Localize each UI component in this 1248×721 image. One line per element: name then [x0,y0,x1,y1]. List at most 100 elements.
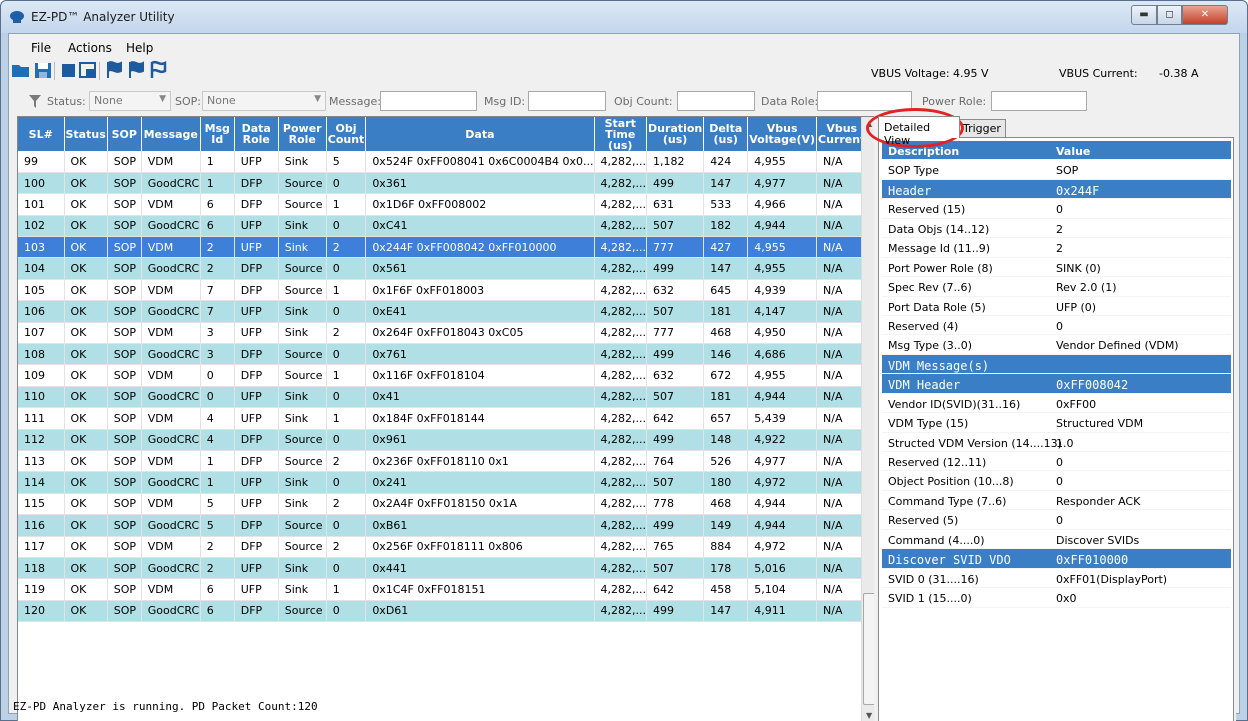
objcount-filter-input[interactable] [677,91,755,111]
table-cell: 102 [18,215,65,238]
table-row[interactable]: 116 OK SOP GoodCRC 5 DFP Source 0 0xB61 4,282,...… [18,514,868,537]
column-header[interactable]: Vbus Voltage(V) [747,117,818,151]
detail-row[interactable]: Reserved (15) 0 [882,199,1231,219]
detail-row[interactable]: Reserved (5) 0 [882,510,1231,530]
detail-section-row[interactable]: VDM Header 0xFF008042 [882,374,1231,394]
column-header[interactable]: Msg Id [200,117,235,151]
detail-row[interactable]: SVID 0 (31....16) 0xFF01(DisplayPort) [882,569,1231,589]
table-row[interactable]: 119 OK SOP VDM 6 UFP Sink 1 0x1C4F 0xFF018151 4,2… [18,578,868,601]
column-header[interactable]: Start Time (us) [594,117,648,151]
detail-row[interactable]: SOP Type SOP [882,160,1231,180]
table-cell: 642 [646,578,705,601]
title-bar[interactable]: EZ-PD™ Analyzer Utility ▬ ◻ ✕ [1,1,1247,33]
table-cell: N/A [816,471,868,494]
menu-help[interactable]: Help [126,41,153,55]
flag-icon[interactable] [126,60,146,80]
detail-row[interactable]: Reserved (4) 0 [882,316,1231,336]
maximize-button[interactable]: ◻ [1157,5,1182,25]
column-header[interactable]: Status [64,117,108,151]
table-row[interactable]: 118 OK SOP GoodCRC 2 UFP Sink 0 0x441 4,282,... 50… [18,557,868,580]
table-cell: N/A [816,407,868,430]
detail-row[interactable]: Port Data Role (5) UFP (0) [882,297,1231,316]
table-row[interactable]: 110 OK SOP GoodCRC 0 UFP Sink 0 0x41 4,282,... 507… [18,386,868,409]
detail-row[interactable]: Object Position (10...8) 0 [882,471,1231,491]
table-row[interactable]: 100 OK SOP GoodCRC 1 DFP Source 0 0x361 4,282,...… [18,172,868,195]
column-header[interactable]: Delta (us) [703,117,749,151]
chevron-down-icon: ▼ [314,94,321,104]
table-row[interactable]: 102 OK SOP GoodCRC 6 UFP Sink 0 0xC41 4,282,... 50… [18,215,868,238]
table-cell: 4,955 [747,257,818,280]
table-cell: 0x761 [365,343,595,366]
msgid-filter-input[interactable] [528,91,606,111]
table-cell: 4,282,... [594,322,648,345]
vbus-voltage-label: VBUS Voltage: [871,67,950,80]
detail-row[interactable]: Msg Type (3..0) Vendor Defined (VDM) [882,335,1231,355]
table-row[interactable]: 101 OK SOP VDM 6 DFP Source 1 0x1D6F 0xFF008002 4… [18,193,868,216]
table-cell: SOP [107,493,142,516]
table-cell: 4,282,... [594,386,648,409]
column-header[interactable]: Message [141,117,201,151]
table-row[interactable]: 112 OK SOP GoodCRC 4 DFP Source 0 0x961 4,282,...… [18,429,868,451]
detail-row[interactable]: Message Id (11..9) 2 [882,238,1231,258]
table-cell: SOP [107,279,142,302]
column-header[interactable]: Obj Count [326,117,367,151]
table-row[interactable]: 113 OK SOP VDM 1 DFP Source 2 0x236F 0xFF018110 … [18,450,868,473]
table-row[interactable]: 107 OK SOP VDM 3 UFP Sink 2 0x264F 0xFF018043 0x… [18,322,868,345]
table-row[interactable]: 111 OK SOP VDM 4 UFP Sink 1 0x184F 0xFF018144 4,2… [18,407,868,430]
column-header[interactable]: Data [365,117,595,151]
column-header[interactable]: Vbus Current [816,117,868,151]
close-button[interactable]: ✕ [1182,5,1228,25]
flag-icon[interactable] [104,60,124,80]
table-row[interactable]: 109 OK SOP VDM 0 DFP Source 1 0x116F 0xFF018104 4… [18,364,868,387]
open-folder-icon[interactable] [11,60,31,80]
powerrole-filter-input[interactable] [991,91,1087,111]
flag-outline-icon[interactable] [148,60,168,80]
menu-file[interactable]: File [31,41,51,55]
column-header[interactable]: Data Role [234,117,279,151]
table-row[interactable]: 115 OK SOP VDM 5 UFP Sink 2 0x2A4F 0xFF018150 0x… [18,493,868,516]
table-cell: GoodCRC [141,257,201,280]
table-row[interactable]: 103 OK SOP VDM 2 UFP Sink 2 0x244F 0xFF008042 0x… [18,236,868,259]
column-header[interactable]: SOP [107,117,142,151]
table-row[interactable]: 105 OK SOP VDM 7 DFP Source 1 0x1F6F 0xFF018003 4… [18,279,868,302]
status-filter-select[interactable]: None ▼ [89,91,171,111]
save-icon[interactable] [33,60,53,80]
menu-actions[interactable]: Actions [68,41,112,55]
database-icon[interactable] [78,60,98,80]
table-cell: N/A [816,386,868,409]
column-header[interactable]: Duration (us) [646,117,705,151]
detail-section-row[interactable]: Discover SVID VDO 0xFF010000 [882,549,1231,569]
table-row[interactable]: 104 OK SOP GoodCRC 2 DFP Source 0 0x561 4,282,...… [18,257,868,280]
table-cell: 0x184F 0xFF018144 [365,407,595,430]
table-row[interactable]: 99 OK SOP VDM 1 UFP Sink 5 0x524F 0xFF008041 0x6… [18,151,868,173]
table-cell: 0x361 [365,172,595,195]
detail-section-row[interactable]: Header 0x244F [882,179,1231,200]
tab-detailed-view[interactable]: Detailed View [878,116,960,147]
table-row[interactable]: 108 OK SOP GoodCRC 3 DFP Source 0 0x761 4,282,...… [18,343,868,366]
detail-row[interactable]: Command (4....0) Discover SVIDs [882,530,1231,550]
detail-row[interactable]: Command Type (7..6) Responder ACK [882,491,1231,511]
detail-row[interactable]: Data Objs (14..12) 2 [882,219,1231,239]
detail-row[interactable]: Port Power Role (8) SINK (0) [882,258,1231,278]
table-row[interactable]: 114 OK SOP GoodCRC 1 UFP Sink 0 0x241 4,282,... 50… [18,471,868,494]
table-row[interactable]: 106 OK SOP GoodCRC 7 UFP Sink 0 0xE41 4,282,... 50… [18,300,868,323]
detail-row[interactable]: Structed VDM Version (14....13) 1.0 [882,433,1231,452]
stop-icon[interactable] [59,60,79,80]
tab-trigger[interactable]: Trigger [958,119,1006,138]
column-header[interactable]: Power Role [278,117,327,151]
message-filter-input[interactable] [380,91,477,111]
table-cell: 0 [326,514,367,537]
table-row[interactable]: 120 OK SOP GoodCRC 6 DFP Source 0 0xD61 4,282,...… [18,600,868,623]
detail-row[interactable]: Spec Rev (7..6) Rev 2.0 (1) [882,277,1231,297]
minimize-button[interactable]: ▬ [1131,5,1157,25]
table-row[interactable]: 117 OK SOP VDM 2 DFP Source 2 0x256F 0xFF018111 … [18,536,868,558]
detail-row[interactable]: Reserved (12..11) 0 [882,452,1231,472]
detail-row[interactable]: SVID 1 (15....0) 0x0 [882,588,1231,608]
packet-grid[interactable]: SL# Status SOP Message Msg Id Data Role Power … [17,116,877,721]
datarole-filter-input[interactable] [817,91,912,111]
detail-row[interactable]: VDM Type (15) Structured VDM [882,413,1231,433]
sop-filter-select[interactable]: None ▼ [202,91,326,111]
column-header[interactable]: SL# [18,117,65,151]
detail-row[interactable]: Vendor ID(SVID)(31..16) 0xFF00 [882,394,1231,414]
detail-section-row[interactable]: VDM Message(s) [882,354,1231,375]
